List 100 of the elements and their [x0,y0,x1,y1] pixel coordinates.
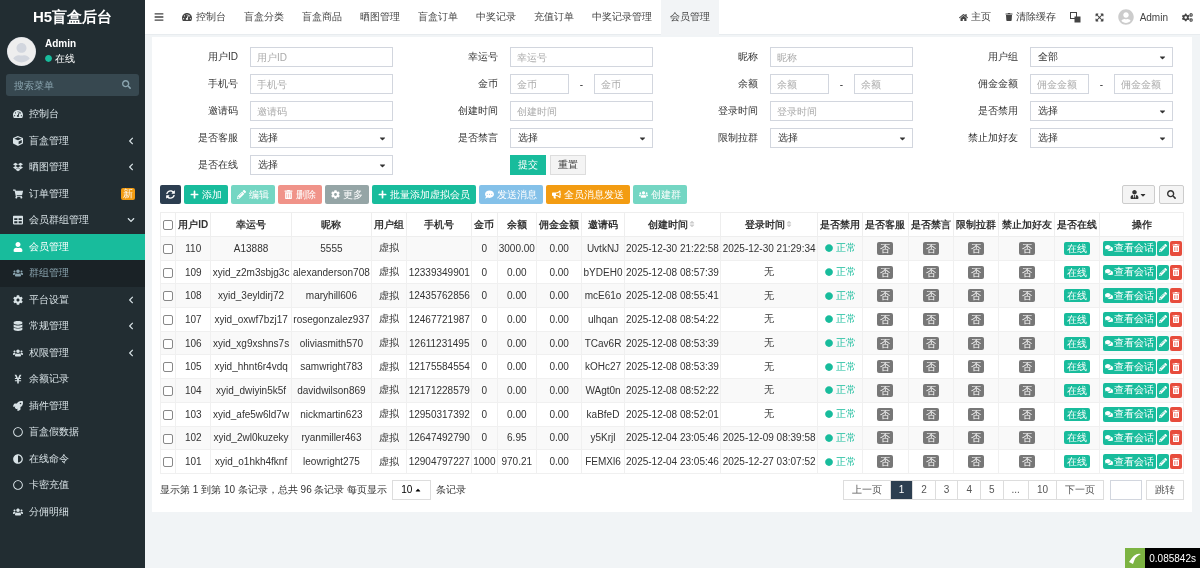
prev-page-button[interactable]: 上一页 [842,479,891,500]
edit-button[interactable] [1156,288,1169,304]
nav-tab[interactable]: 中奖记录管理 [583,0,661,35]
sidebar-item[interactable]: 卡密充值 [0,472,145,499]
column-header[interactable]: 手机号 [406,212,472,237]
delete-button[interactable] [1169,240,1182,256]
page-button[interactable]: ... [1002,479,1029,500]
filter-select[interactable]: 选择 [1030,101,1173,121]
row-checkbox[interactable] [163,338,174,349]
edit-button[interactable] [1156,335,1169,351]
user-menu[interactable]: Admin [1110,0,1175,35]
column-header[interactable]: 是否客服 [862,212,909,237]
toolbar-button[interactable] [160,185,181,204]
row-checkbox[interactable] [163,267,174,278]
column-header[interactable]: 用户ID [175,212,211,237]
nav-tab[interactable]: 控制台 [173,0,235,35]
range-to-input[interactable]: 佣金金额 [1114,74,1173,94]
page-button[interactable]: 10 [1027,479,1057,500]
sidebar-item[interactable]: 晒图管理 [0,154,145,181]
column-header[interactable]: 佣金金额 [536,212,582,237]
sidebar-item[interactable]: 余额记录 [0,366,145,393]
delete-button[interactable] [1169,311,1182,327]
sidebar-item[interactable]: 控制台 [0,101,145,128]
nav-tab[interactable]: 晒图管理 [351,0,409,35]
column-header[interactable]: 创建时间 [624,212,721,237]
filter-input[interactable]: 创建时间 [510,101,653,121]
edit-button[interactable] [1156,359,1169,375]
column-header[interactable]: 是否禁用 [817,212,863,237]
column-header[interactable]: 登录时间 [720,212,818,237]
next-page-button[interactable]: 下一页 [1056,479,1104,500]
sidebar-item[interactable]: 常规管理 [0,313,145,340]
row-checkbox[interactable] [163,315,174,326]
sidebar-item[interactable]: 盲盒假数据 [0,419,145,446]
range-to-input[interactable]: 余额 [854,74,913,94]
export-button[interactable] [1122,185,1155,204]
row-checkbox[interactable] [163,362,174,373]
edit-button[interactable] [1156,264,1169,280]
filter-select[interactable]: 选择 [250,128,393,148]
jump-button[interactable]: 跳转 [1146,479,1184,500]
page-size-select[interactable]: 10 [392,479,432,500]
edit-button[interactable] [1156,382,1169,398]
delete-button[interactable] [1169,454,1182,470]
filter-select[interactable]: 选择 [770,128,913,148]
column-header[interactable]: 是否在线 [1054,212,1100,237]
column-header[interactable]: 余额 [497,212,537,237]
filter-input[interactable]: 手机号 [250,74,393,94]
filter-input[interactable]: 邀请码 [250,101,393,121]
delete-button[interactable] [1169,406,1182,422]
delete-button[interactable] [1169,359,1182,375]
filter-input[interactable]: 昵称 [770,47,913,67]
select-all-checkbox[interactable] [163,220,174,231]
sidebar-item[interactable]: 会员群组管理 [0,207,145,234]
delete-button[interactable] [1169,335,1182,351]
column-header[interactable]: 禁止加好友 [998,212,1055,237]
column-header[interactable]: 用户组 [371,212,407,237]
column-header[interactable]: 邀请码 [581,212,625,237]
nav-tab[interactable]: 盲盒分类 [235,0,293,35]
filter-input[interactable]: 登录时间 [770,101,913,121]
edit-button[interactable] [1156,406,1169,422]
nav-tab[interactable]: 中奖记录 [467,0,525,35]
range-from-input[interactable]: 金币 [510,74,569,94]
top-link[interactable]: 清除缓存 [997,0,1063,35]
nav-tab[interactable]: 盲盒订单 [409,0,467,35]
filter-input[interactable]: 幸运号 [510,47,653,67]
sidebar-item[interactable]: 权限管理 [0,339,145,366]
filter-select[interactable]: 选择 [250,155,393,175]
row-checkbox[interactable] [163,409,174,420]
sidebar-item[interactable]: 在线命令 [0,445,145,472]
edit-button[interactable] [1156,311,1169,327]
page-jump-input[interactable] [1110,479,1142,500]
sidebar-item[interactable]: 插件管理 [0,392,145,419]
page-button[interactable]: 3 [934,479,959,500]
top-link[interactable]: 主页 [951,0,998,35]
sidebar-item[interactable]: 平台设置 [0,286,145,313]
page-button[interactable]: 2 [912,479,936,500]
column-header[interactable]: 昵称 [291,212,372,237]
column-header[interactable]: 幸运号 [210,212,292,237]
column-header[interactable]: 金币 [471,212,498,237]
range-from-input[interactable]: 余额 [770,74,829,94]
row-checkbox[interactable] [163,244,174,254]
edit-button[interactable] [1156,430,1169,446]
delete-button[interactable] [1169,382,1182,398]
sidebar-item[interactable]: 分佣明细 [0,498,145,525]
delete-button[interactable] [1169,264,1182,280]
row-checkbox[interactable] [163,386,174,397]
row-checkbox[interactable] [163,457,174,468]
page-button[interactable]: 1 [889,479,914,500]
column-header[interactable]: 是否禁言 [908,212,954,237]
filter-select[interactable]: 选择 [1030,128,1173,148]
sidebar-item[interactable]: 订单管理 新 [0,180,145,207]
menu-search-field[interactable]: 搜索菜单 [6,74,139,96]
nav-tab[interactable]: 充值订单 [525,0,583,35]
edit-button[interactable] [1156,240,1169,256]
nav-tab[interactable]: 盲盒商品 [293,0,351,35]
nav-tab[interactable]: 会员管理 [661,0,719,35]
filter-select[interactable]: 选择 [510,128,653,148]
column-header[interactable]: 操作 [1099,212,1184,237]
filter-input[interactable]: 用户ID [250,47,393,67]
search-button[interactable] [1159,185,1184,204]
delete-button[interactable] [1169,430,1182,446]
